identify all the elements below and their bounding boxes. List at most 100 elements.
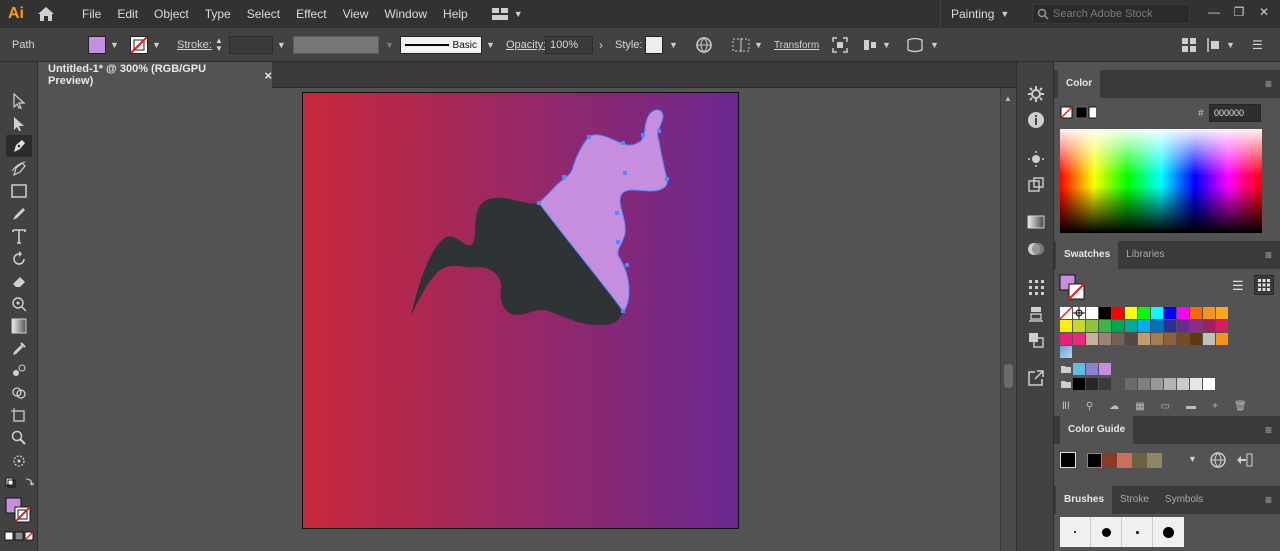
libraries-tab[interactable]: Libraries	[1118, 241, 1172, 269]
zoom-tool-icon[interactable]	[6, 427, 32, 449]
swatch[interactable]	[1177, 320, 1189, 332]
stock-search-input[interactable]: Search Adobe Stock	[1032, 4, 1190, 24]
swatch-kind-icon[interactable]: ⚲	[1086, 401, 1093, 415]
swatch[interactable]	[1138, 378, 1150, 390]
swatch[interactable]	[1060, 333, 1072, 345]
eyedropper-tool-icon[interactable]	[6, 338, 32, 360]
cloud-icon[interactable]: ☁	[1109, 401, 1119, 415]
brush-1[interactable]	[1060, 517, 1091, 547]
warp-envelope-icon[interactable]: ▼	[906, 28, 939, 62]
color-guide-tab[interactable]: Color Guide	[1060, 416, 1134, 444]
swatch[interactable]	[1125, 333, 1137, 345]
align-grid-icon[interactable]: ▼	[732, 28, 763, 62]
opacity-label[interactable]: Opacity:	[506, 28, 546, 62]
swatch[interactable]	[1164, 333, 1176, 345]
swatch[interactable]	[1151, 378, 1163, 390]
panel-menu-icon[interactable]: ≡	[1265, 493, 1272, 507]
swatch[interactable]	[1125, 307, 1137, 319]
swatch[interactable]	[1164, 307, 1176, 319]
swatch[interactable]	[1190, 320, 1202, 332]
artboard-tool-icon[interactable]	[6, 405, 32, 427]
stroke-weight-field[interactable]	[228, 36, 273, 54]
scroll-thumb[interactable]	[1004, 364, 1013, 388]
save-color-group-icon[interactable]	[1236, 452, 1254, 471]
gradient-tool-icon[interactable]	[6, 315, 32, 337]
swatch[interactable]	[1125, 378, 1137, 390]
symbols-tab[interactable]: Symbols	[1157, 486, 1211, 514]
color-mode-icons[interactable]	[4, 528, 34, 544]
close-window-icon[interactable]: ✕	[1253, 2, 1275, 22]
info-icon[interactable]	[1026, 110, 1046, 130]
vertical-scrollbar[interactable]: ▲	[1000, 88, 1016, 551]
menu-edit[interactable]: Edit	[109, 0, 146, 28]
swatch[interactable]	[1177, 333, 1189, 345]
rectangle-tool-icon[interactable]	[6, 180, 32, 202]
new-swatch-icon[interactable]: +	[1212, 401, 1218, 415]
color-fill-stroke-mini[interactable]	[1060, 106, 1101, 123]
swatches-fill-stroke[interactable]	[1059, 274, 1087, 305]
swatch[interactable]	[1177, 307, 1189, 319]
transform-link[interactable]: Transform	[774, 28, 819, 62]
swatch[interactable]	[1190, 307, 1202, 319]
color-group-icon[interactable]: ▭	[1161, 401, 1170, 415]
menu-select[interactable]: Select	[239, 0, 288, 28]
chevron-down-icon[interactable]: ▼	[1188, 454, 1197, 464]
base-color-swatch[interactable]	[1060, 452, 1076, 468]
scroll-up-icon[interactable]: ▲	[1004, 94, 1012, 103]
stroke-label[interactable]: Stroke:	[177, 28, 212, 62]
brush-4[interactable]	[1153, 517, 1184, 547]
swatch[interactable]	[1099, 363, 1111, 375]
delete-swatch-icon[interactable]: 🗑	[1234, 401, 1247, 415]
arrange-panels-icon[interactable]	[1182, 28, 1196, 62]
swatch[interactable]	[1099, 378, 1111, 390]
transparency-panel-icon[interactable]	[1026, 239, 1046, 259]
distribute-icon[interactable]: ▼	[1206, 28, 1235, 62]
swatch[interactable]	[1203, 307, 1215, 319]
rotate-tool-icon[interactable]	[6, 248, 32, 270]
selection-tool-icon[interactable]	[6, 90, 32, 112]
opacity-field[interactable]: 100% ›	[545, 28, 603, 62]
swatch[interactable]	[1060, 320, 1072, 332]
new-color-group-icon[interactable]: ▬	[1186, 401, 1196, 415]
swatch[interactable]	[1138, 333, 1150, 345]
pathfinder-panel-icon[interactable]	[1026, 330, 1046, 350]
export-icon[interactable]	[1026, 368, 1046, 388]
align-to-icon[interactable]: ▼	[862, 28, 891, 62]
swatch[interactable]	[1099, 320, 1111, 332]
artboard[interactable]	[302, 92, 739, 529]
graphic-style-picker[interactable]: ▼	[645, 28, 678, 62]
harmony-swatches[interactable]	[1087, 453, 1162, 468]
stroke-weight-stepper[interactable]: ▲ ▼ ▼	[215, 28, 286, 62]
recolor-artwork-icon[interactable]	[695, 28, 713, 62]
brush-3[interactable]	[1122, 517, 1153, 547]
menu-help[interactable]: Help	[435, 0, 476, 28]
arrange-documents-icon[interactable]: ▼	[491, 8, 523, 20]
swatch[interactable]	[1203, 378, 1215, 390]
minimize-icon[interactable]: —	[1203, 2, 1225, 22]
gradient-panel-icon[interactable]	[1026, 212, 1046, 232]
menu-type[interactable]: Type	[197, 0, 239, 28]
curvature-tool-icon[interactable]	[6, 158, 32, 180]
swatch[interactable]	[1138, 320, 1150, 332]
swatch[interactable]	[1190, 378, 1202, 390]
menu-file[interactable]: File	[74, 0, 109, 28]
variable-width-profile[interactable]: ▼	[293, 28, 394, 62]
swatch[interactable]	[1190, 333, 1202, 345]
align-panel-icon[interactable]	[1026, 277, 1046, 297]
close-tab-icon[interactable]: ×	[264, 68, 272, 83]
folder-icon[interactable]	[1060, 363, 1072, 375]
swatch[interactable]	[1073, 320, 1085, 332]
swatch[interactable]	[1073, 363, 1085, 375]
swatch[interactable]	[1216, 320, 1228, 332]
pen-tool-icon[interactable]	[6, 135, 32, 157]
grid-view-icon[interactable]	[1254, 275, 1274, 295]
menu-effect[interactable]: Effect	[288, 0, 334, 28]
swatch[interactable]	[1073, 333, 1085, 345]
swatch[interactable]	[1151, 307, 1163, 319]
restore-icon[interactable]: ❐	[1228, 2, 1250, 22]
swatch[interactable]	[1099, 307, 1111, 319]
isolate-object-icon[interactable]	[832, 28, 848, 62]
shape-builder-tool-icon[interactable]	[6, 382, 32, 404]
swatch[interactable]	[1164, 320, 1176, 332]
swatch[interactable]	[1112, 320, 1124, 332]
